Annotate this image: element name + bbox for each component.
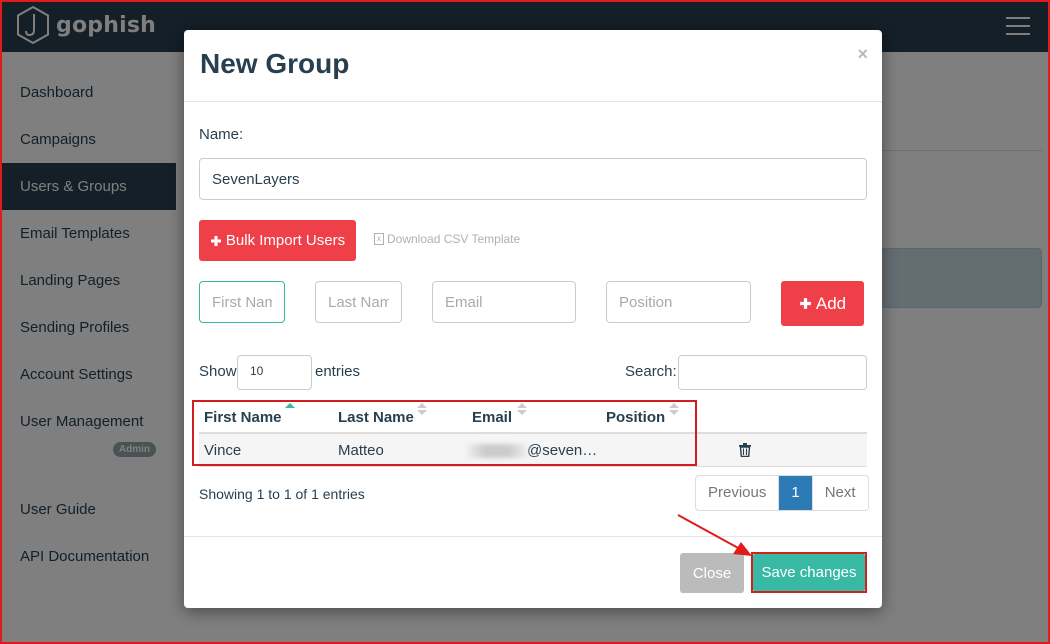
annotation-arrow [677, 514, 752, 556]
